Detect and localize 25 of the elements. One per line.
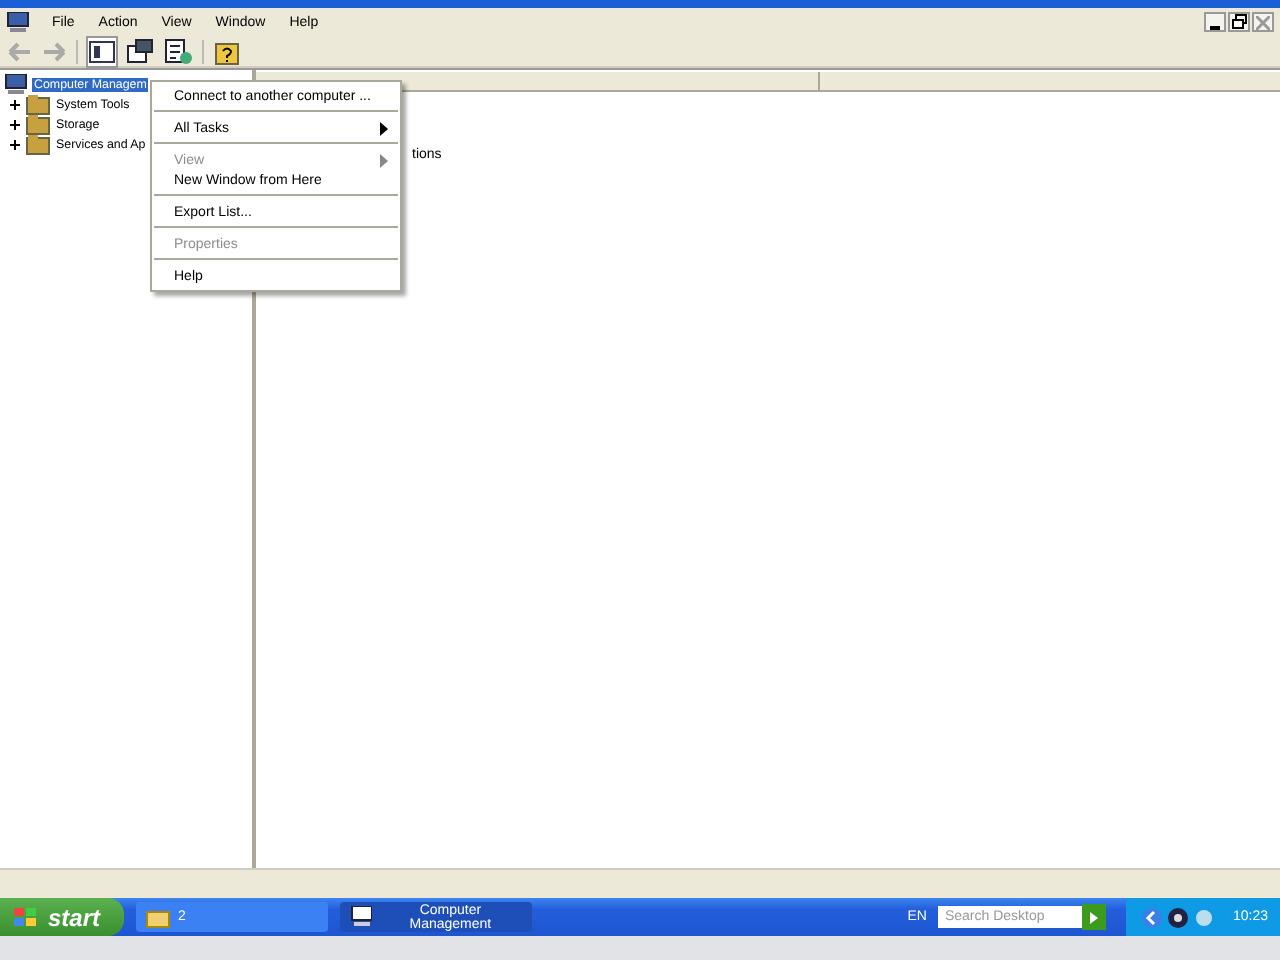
console-tree-icon[interactable] [88,37,116,65]
close-icon [1256,15,1270,29]
play-icon [1090,911,1099,923]
list-icon[interactable] [164,37,192,65]
expand-button[interactable] [8,137,22,151]
help-icon[interactable] [214,37,242,65]
folder-icon [26,93,50,115]
submenu-arrow-icon [380,121,388,135]
minimize-button[interactable] [1204,12,1226,32]
computer-icon [4,73,28,95]
expand-button[interactable] [8,117,22,131]
window-icon[interactable] [126,37,154,65]
computer-icon [6,11,30,33]
folder-icon [26,113,50,135]
flag-icon [12,905,40,929]
restore-icon [1231,14,1247,30]
monitor-icon [350,906,373,928]
expand-button[interactable] [8,97,22,111]
folder-icon [146,907,170,927]
folder-icon [26,133,50,155]
network-icon[interactable] [1168,907,1189,927]
chevron-icon[interactable] [1142,907,1163,927]
submenu-arrow-icon [380,153,388,167]
go-button[interactable] [1082,904,1107,930]
restore-button[interactable] [1228,12,1250,32]
